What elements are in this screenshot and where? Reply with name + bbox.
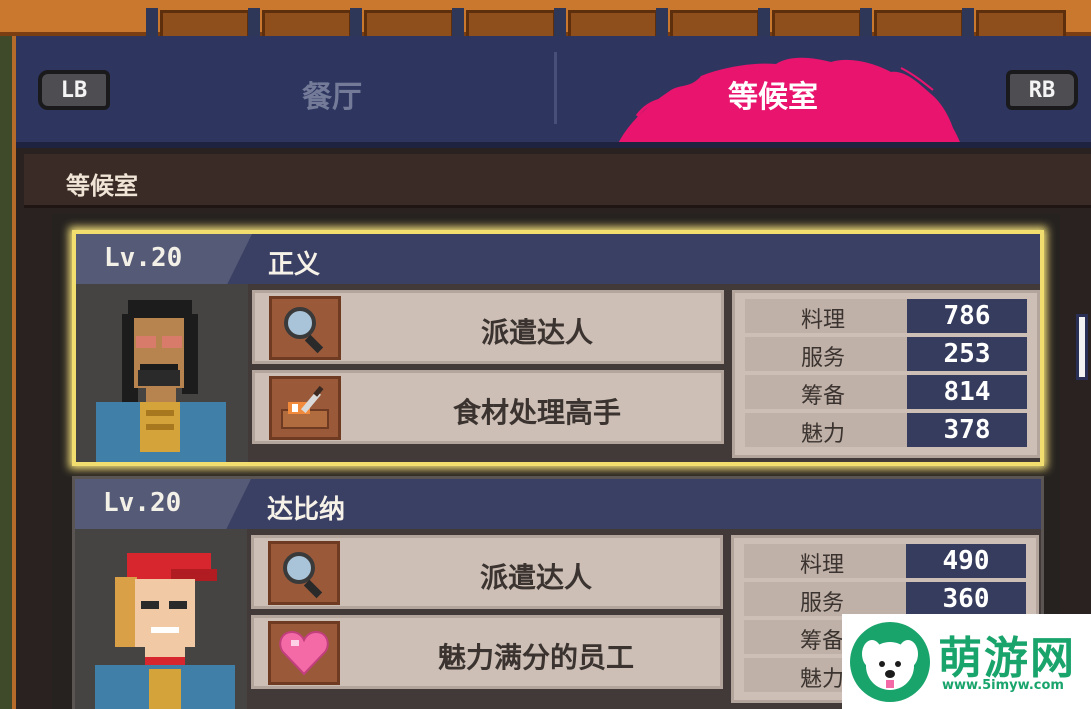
skill-row[interactable]: 魅力满分的员工 [251,615,723,689]
level-badge: Lv.20 [76,234,252,284]
trim-slot [874,10,964,36]
trim-slot [466,10,556,36]
trim-peg [758,8,770,36]
lb-button[interactable]: LB [38,70,110,110]
trim-peg [452,8,464,36]
trim-peg [656,8,668,36]
staff-portrait [75,529,247,709]
stat-label: 服务 [800,591,845,616]
stat-row-cooking: 料理 490 [744,544,1026,578]
level-badge: Lv.20 [75,479,251,529]
staff-name: 达比纳 [267,495,346,525]
trim-slot [364,10,454,36]
skill-label: 食材处理高手 [452,396,621,429]
top-trim [0,0,1091,36]
trim-slot [976,10,1066,36]
trim-peg [860,8,872,36]
trim-slot [262,10,352,36]
stat-value: 814 [907,375,1027,409]
stat-value: 253 [907,337,1027,371]
skill-row[interactable]: 食材处理高手 [252,370,724,444]
stat-row-service: 服务 253 [745,337,1027,371]
stat-panel: 料理 786 服务 253 筹备 814 魅力 378 [732,290,1040,458]
trim-slot [568,10,658,36]
stat-row-prep: 筹备 814 [745,375,1027,409]
stat-value: 360 [906,582,1026,616]
stat-value: 490 [906,544,1026,578]
scroll-indicator[interactable] [1076,314,1088,380]
tab-divider [554,52,557,124]
watermark-url: www.5imyw.com [942,678,1064,693]
trim-peg [248,8,260,36]
trim-peg [350,8,362,36]
dog-logo-icon [850,622,930,702]
stat-row-cooking: 料理 786 [745,299,1027,333]
stat-label: 筹备 [800,629,845,654]
skill-list: 派遣达人 食材处理高手 [252,290,724,450]
cutting-board-icon [269,376,341,440]
stat-label: 料理 [801,308,846,333]
section-title: 等候室 [66,172,138,200]
stat-label: 料理 [800,553,845,578]
stat-label: 魅力 [800,667,845,692]
stat-row-charm: 魅力 378 [745,413,1027,447]
stat-value: 378 [907,413,1027,447]
stat-value: 786 [907,299,1027,333]
skill-label: 派遣达人 [479,561,592,594]
left-wall [0,0,16,709]
skill-row[interactable]: 派遣达人 [251,535,723,609]
trim-slot [772,10,862,36]
staff-avatar-icon [96,300,226,462]
staff-name: 正义 [268,250,321,280]
watermark: 萌游网 www.5imyw.com [842,614,1091,709]
trim-peg [962,8,974,36]
tab-bar: LB 餐厅 等候室 RB [16,36,1091,148]
magnifier-icon [269,296,341,360]
staff-avatar-icon [95,553,235,709]
skill-list: 派遣达人 魅力满分的员工 [251,535,723,695]
tab-waiting-room[interactable]: 等候室 [728,72,818,116]
stat-label: 筹备 [801,384,846,409]
skill-row[interactable]: 派遣达人 [252,290,724,364]
tab-restaurant[interactable]: 餐厅 [302,72,362,116]
heart-icon [268,621,340,685]
card-header: Lv.20 正义 [76,234,1040,284]
magnifier-icon [268,541,340,605]
stat-row-service: 服务 360 [744,582,1026,616]
trim-slot [670,10,760,36]
skill-label: 派遣达人 [480,316,593,349]
trim-peg [554,8,566,36]
trim-peg [146,8,158,36]
staff-card[interactable]: Lv.20 正义 派遣达人 食材处理高手 料理 786 服务 253 筹备 81… [72,230,1044,466]
stat-label: 魅力 [801,422,846,447]
card-header: Lv.20 达比纳 [75,479,1041,529]
staff-portrait [76,284,248,462]
stat-label: 服务 [801,346,846,371]
rb-button[interactable]: RB [1006,70,1078,110]
trim-slot [160,10,250,36]
section-header: 等候室 [24,154,1091,208]
skill-label: 魅力满分的员工 [437,641,634,674]
watermark-brand: 萌游网 [938,633,1076,684]
